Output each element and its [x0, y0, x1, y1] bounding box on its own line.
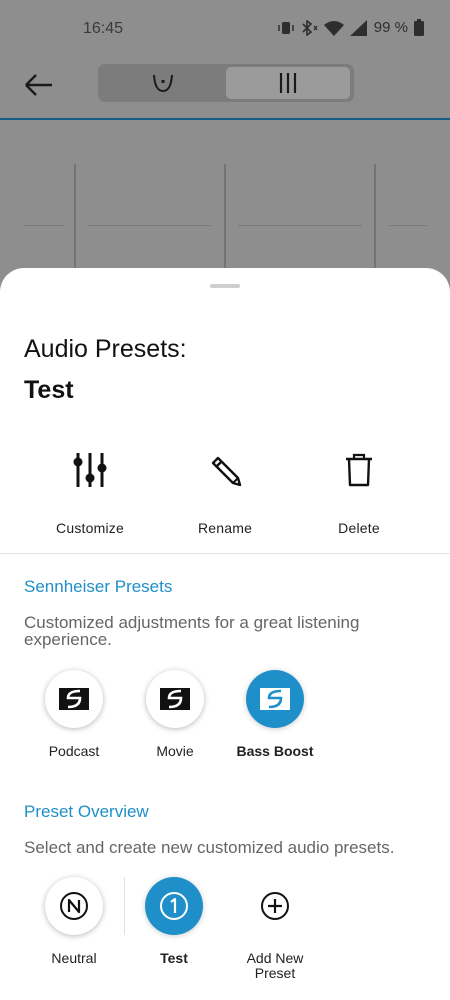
battery-percent: 99 %: [373, 19, 408, 36]
preset-bass-boost-label: Bass Boost: [236, 743, 314, 759]
customize-button[interactable]: Customize: [30, 448, 150, 536]
sennheiser-logo-icon: [59, 688, 89, 710]
eq-slider-track: [374, 164, 376, 274]
bluetooth-icon: [302, 19, 318, 36]
preset-movie-button[interactable]: [146, 670, 204, 728]
vibrate-icon: [278, 21, 294, 34]
eq-slider-track: [74, 164, 76, 274]
delete-button[interactable]: Delete: [299, 448, 419, 536]
add-new-preset[interactable]: Add New Preset: [225, 877, 325, 981]
preset-neutral-label: Neutral: [51, 950, 97, 966]
sheet-drag-handle[interactable]: [210, 284, 240, 288]
eq-grid-line: [238, 225, 362, 226]
preset-podcast-button[interactable]: [45, 670, 103, 728]
section-divider: [0, 553, 450, 554]
battery-icon: [414, 19, 424, 36]
back-button[interactable]: [22, 68, 56, 102]
wifi-icon: [323, 20, 344, 36]
top-bar: [0, 60, 450, 118]
sennheiser-logo-icon: [260, 688, 290, 710]
eq-grid-line: [388, 225, 428, 226]
customize-label: Customize: [56, 520, 124, 536]
sennheiser-presets-title: Sennheiser Presets: [24, 577, 173, 596]
preset-bass-boost[interactable]: Bass Boost: [225, 670, 325, 759]
preset-podcast[interactable]: Podcast: [24, 670, 124, 759]
arrow-left-icon: [25, 74, 52, 96]
add-new-preset-label: Add New Preset: [246, 950, 304, 981]
sliders-icon: [73, 453, 107, 487]
eq-slider-track: [224, 164, 226, 274]
status-icons: 99 %: [278, 19, 424, 36]
preset-overview-title: Preset Overview: [24, 802, 149, 821]
preset-movie[interactable]: Movie: [125, 670, 225, 759]
view-toggle: [98, 64, 354, 102]
status-bar: 16:45 99 %: [0, 0, 450, 60]
bars-icon: [279, 73, 297, 93]
preset-neutral-button[interactable]: [45, 877, 103, 935]
tab-curve-view[interactable]: [101, 67, 225, 99]
curve-icon: [153, 74, 173, 93]
rename-label: Rename: [197, 520, 253, 536]
preset-test[interactable]: Test: [124, 877, 224, 966]
rename-button[interactable]: Rename: [165, 448, 285, 536]
eq-grid-line: [24, 225, 64, 226]
preset-movie-label: Movie: [156, 743, 194, 759]
delete-label: Delete: [338, 520, 380, 536]
eq-grid-line: [88, 225, 212, 226]
add-new-preset-button[interactable]: [246, 877, 304, 935]
preset-test-button[interactable]: [145, 877, 203, 935]
number-one-icon: [160, 892, 188, 920]
preset-bass-boost-button[interactable]: [246, 670, 304, 728]
neutral-n-icon: [60, 892, 88, 920]
header-divider: [0, 118, 450, 120]
current-preset-name: Test: [24, 376, 74, 404]
tab-bars-view[interactable]: [226, 67, 350, 99]
sheet-title: Audio Presets:: [24, 335, 187, 363]
pencil-icon: [211, 456, 242, 487]
signal-icon: [349, 19, 367, 36]
sennheiser-presets-description: Customized adjustments for a great liste…: [24, 613, 360, 649]
trash-icon: [346, 453, 372, 487]
plus-circle-icon: [261, 892, 289, 920]
preset-test-label: Test: [160, 950, 188, 966]
status-time: 16:45: [83, 20, 124, 37]
preset-podcast-label: Podcast: [48, 743, 100, 759]
audio-presets-sheet: Audio Presets: Test Customize Rename Del…: [0, 268, 450, 1000]
preset-overview-description: Select and create new customized audio p…: [24, 838, 395, 857]
preset-neutral[interactable]: Neutral: [24, 877, 124, 966]
sennheiser-logo-icon: [160, 688, 190, 710]
